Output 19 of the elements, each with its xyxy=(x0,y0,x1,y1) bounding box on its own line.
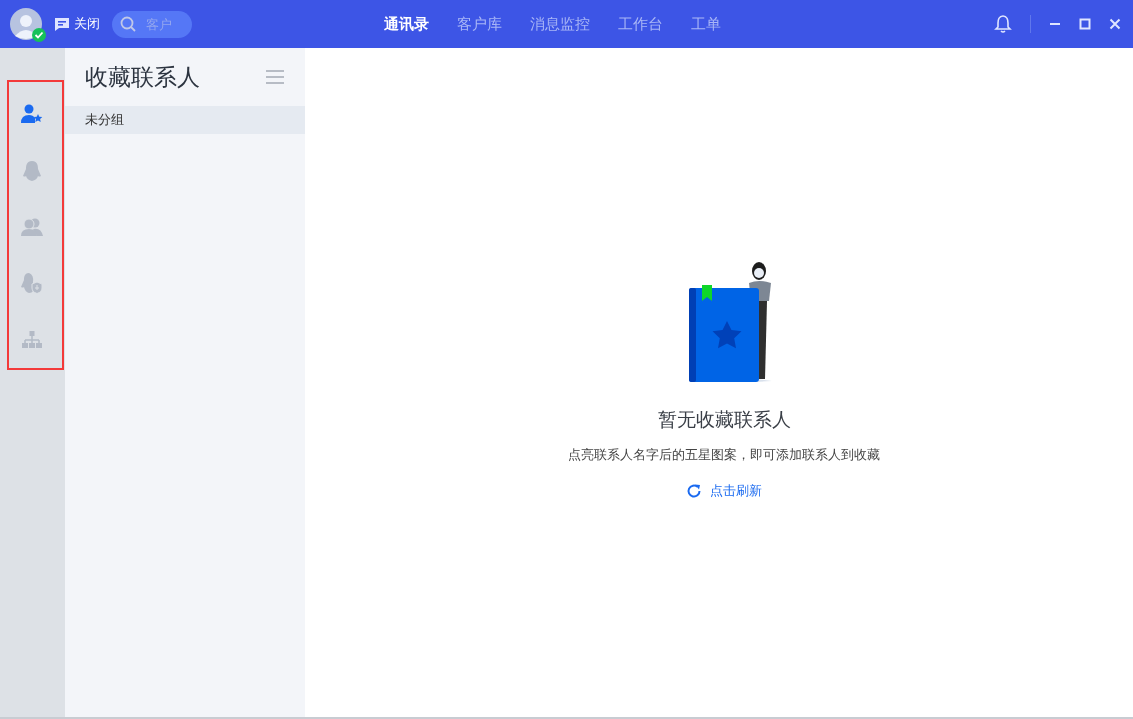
nav-tab[interactable]: 工作台 xyxy=(618,14,663,34)
search-field[interactable]: 客户 xyxy=(112,10,192,38)
empty-hint: 点亮联系人名字后的五星图案，即可添加联系人到收藏 xyxy=(568,447,880,464)
nav-tab[interactable]: 消息监控 xyxy=(530,14,590,34)
message-icon xyxy=(54,16,70,32)
search-icon xyxy=(120,15,136,32)
refresh-icon xyxy=(686,483,702,499)
maximize-icon[interactable] xyxy=(1079,18,1091,30)
close-button[interactable]: 关闭 xyxy=(54,15,100,33)
empty-title: 暂无收藏联系人 xyxy=(657,407,791,432)
refresh-link[interactable]: 点击刷新 xyxy=(686,482,762,500)
person-star-icon[interactable] xyxy=(20,104,43,125)
group-item[interactable]: 未分组 xyxy=(65,106,305,134)
nav-tab[interactable]: 通讯录 xyxy=(384,14,429,34)
bell-icon[interactable] xyxy=(994,14,1012,34)
nav-tab[interactable]: 客户库 xyxy=(457,14,502,34)
close-icon[interactable] xyxy=(1109,18,1121,30)
nav-tab[interactable]: 工单 xyxy=(691,14,721,34)
panel-title: 收藏联系人 xyxy=(85,62,200,92)
